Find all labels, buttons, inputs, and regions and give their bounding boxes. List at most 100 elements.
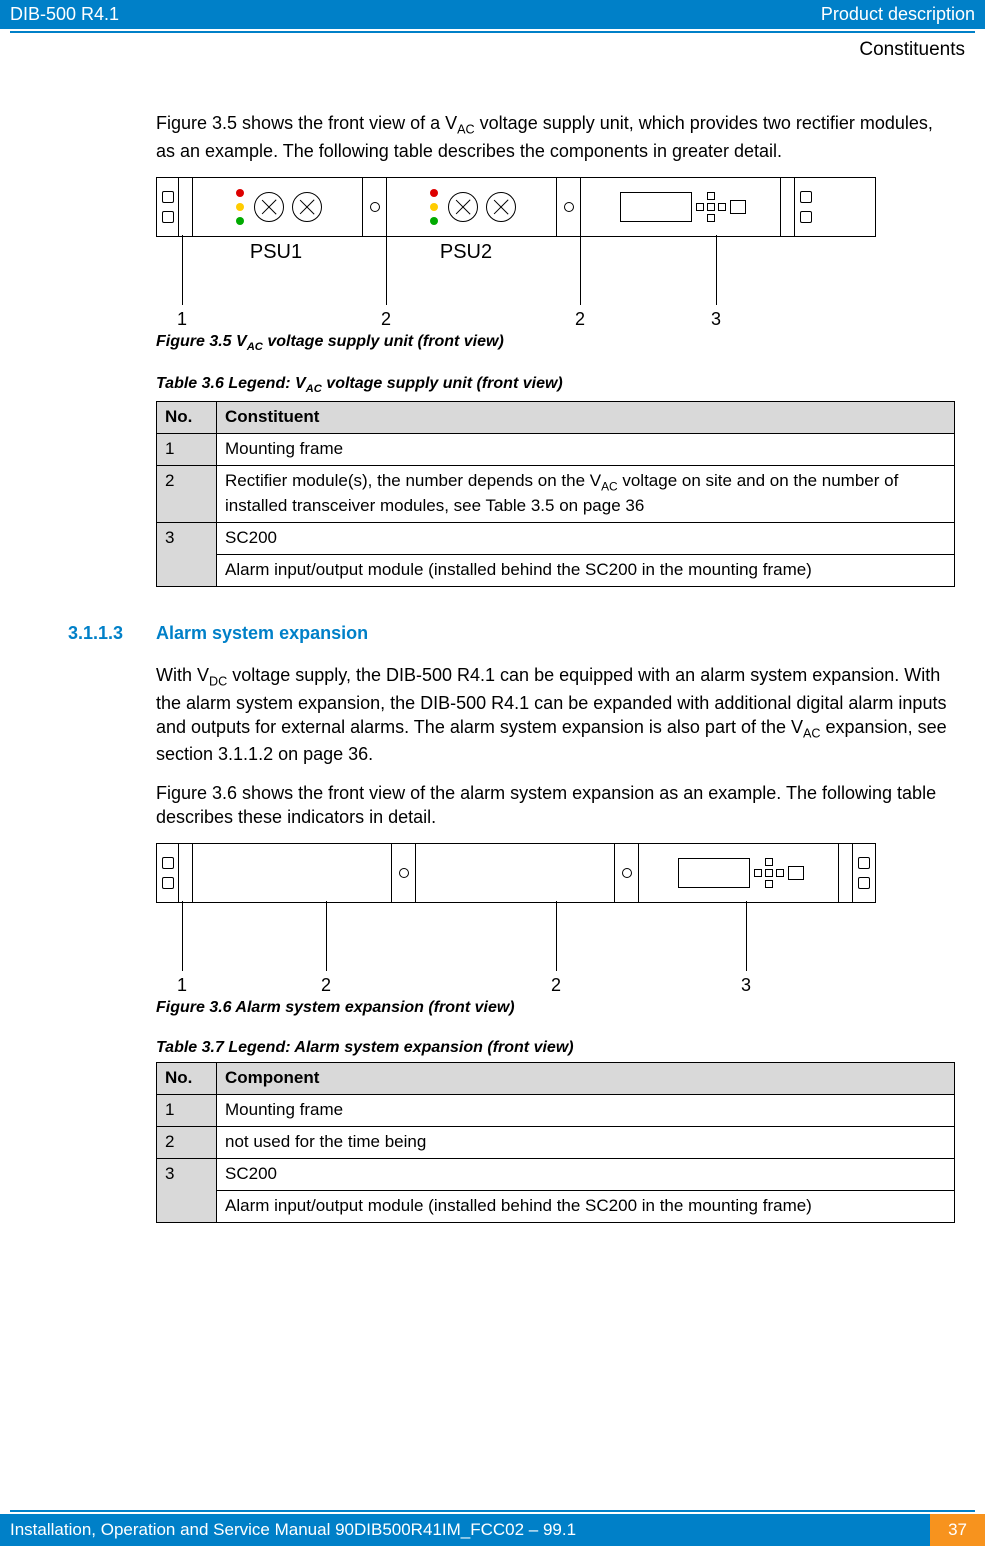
table-3-7-caption: Table 3.7 Legend: Alarm system expansion… [156,1037,955,1059]
header-right: Product description [821,4,975,25]
intro-paragraph-1: Figure 3.5 shows the front view of a VAC… [156,111,955,163]
footer-rule [10,1510,975,1512]
footer-bar: Installation, Operation and Service Manu… [0,1514,985,1546]
section-number: 3.1.1.3 [68,621,156,645]
callout-line [326,901,327,971]
section-3-1-1-3-heading: 3.1.1.3 Alarm system expansion [68,621,955,645]
cell-text: Mounting frame [217,1095,955,1127]
text: Table 3.6 Legend: V [156,375,306,392]
table-3-6: No. Constituent 1 Mounting frame 2 Recti… [156,401,955,586]
mounting-latch-right [853,844,875,902]
blank-panel [416,844,615,902]
subscript: AC [306,383,322,395]
spacer [839,844,853,902]
callout-line [580,235,581,305]
footer-text: Installation, Operation and Service Manu… [10,1520,576,1540]
table-row: 2 not used for the time being [157,1127,955,1159]
callout-3: 3 [711,307,721,331]
psu1-label: PSU1 [250,239,302,266]
fan-icon [254,192,284,222]
subscript: AC [457,123,475,137]
table-3-6-caption: Table 3.6 Legend: VAC voltage supply uni… [156,373,955,397]
text: With V [156,665,209,685]
table-header-row: No. Component [157,1063,955,1095]
subscript: AC [247,341,263,353]
cell-text: Alarm input/output module (installed beh… [217,554,955,586]
subscript: AC [601,480,618,494]
callout-3: 3 [741,973,751,997]
callout-1: 1 [177,973,187,997]
section-title: Alarm system expansion [156,621,368,645]
blank-panel [193,844,392,902]
ethernet-port-icon [730,200,746,214]
text: Rectifier module(s), the number depends … [225,471,601,490]
table-3-7: No. Component 1 Mounting frame 2 not use… [156,1062,955,1223]
cell-text: Rectifier module(s), the number depends … [217,466,955,522]
col-no: No. [157,1063,217,1095]
spacer [179,178,193,236]
cell-no: 2 [157,466,217,522]
header-subhead: Constituents [0,33,985,61]
cell-text: SC200 [217,522,955,554]
mounting-latch-left [157,844,179,902]
page-content: Figure 3.5 shows the front view of a VAC… [0,61,985,1223]
screw-plate [557,178,581,236]
callout-line [716,235,717,305]
mounting-latch-left [157,178,179,236]
screw-plate [363,178,387,236]
section-paragraph-2: Figure 3.6 shows the front view of the a… [156,781,955,830]
sc200-module [581,178,781,236]
cell-text: Mounting frame [217,434,955,466]
figure-3-5-caption: Figure 3.5 VAC voltage supply unit (fron… [156,331,955,355]
fan-icon [486,192,516,222]
callout-line [386,235,387,305]
text: Figure 3.5 shows the front view of a V [156,113,457,133]
col-constituent: Constituent [217,402,955,434]
ethernet-port-icon [788,866,804,880]
device-front-view [156,843,876,903]
subscript: DC [209,675,227,689]
cell-no: 3 [157,522,217,586]
psu1-leds [236,189,244,225]
page-number: 37 [930,1514,985,1546]
callout-line [556,901,557,971]
cell-text: SC200 [217,1159,955,1191]
cell-no: 3 [157,1159,217,1223]
callout-line [746,901,747,971]
table-row: 1 Mounting frame [157,434,955,466]
cell-no: 1 [157,1095,217,1127]
callout-2: 2 [575,307,585,331]
header-left: DIB-500 R4.1 [10,4,119,25]
psu2-label: PSU2 [440,239,492,266]
screw-plate [615,844,639,902]
psu2-module [387,178,557,236]
device-front-view [156,177,876,237]
fan-icon [292,192,322,222]
table-row: 3 SC200 [157,1159,955,1191]
psu1-module [193,178,363,236]
callout-2: 2 [551,973,561,997]
text: Figure 3.5 V [156,333,247,350]
figure-3-5: PSU1 PSU2 1 2 2 3 [156,177,955,325]
col-component: Component [217,1063,955,1095]
text: voltage supply unit (front view) [263,333,504,350]
figure-3-6-caption: Figure 3.6 Alarm system expansion (front… [156,997,955,1019]
figure-3-6: 1 2 2 3 [156,843,955,991]
dpad-icon [696,192,726,222]
spacer [179,844,193,902]
sc200-module [639,844,839,902]
psu2-leds [430,189,438,225]
table-header-row: No. Constituent [157,402,955,434]
table-row: 2 Rectifier module(s), the number depend… [157,466,955,522]
fan-icon [448,192,478,222]
text: voltage supply unit (front view) [322,375,563,392]
spacer [781,178,795,236]
table-row: Alarm input/output module (installed beh… [157,554,955,586]
callout-1: 1 [177,307,187,331]
lcd-screen [678,858,750,888]
dpad-icon [754,858,784,888]
callout-2: 2 [321,973,331,997]
footer: Installation, Operation and Service Manu… [0,1510,985,1546]
figure-callouts: 1 2 2 3 [156,901,876,991]
cell-no: 2 [157,1127,217,1159]
